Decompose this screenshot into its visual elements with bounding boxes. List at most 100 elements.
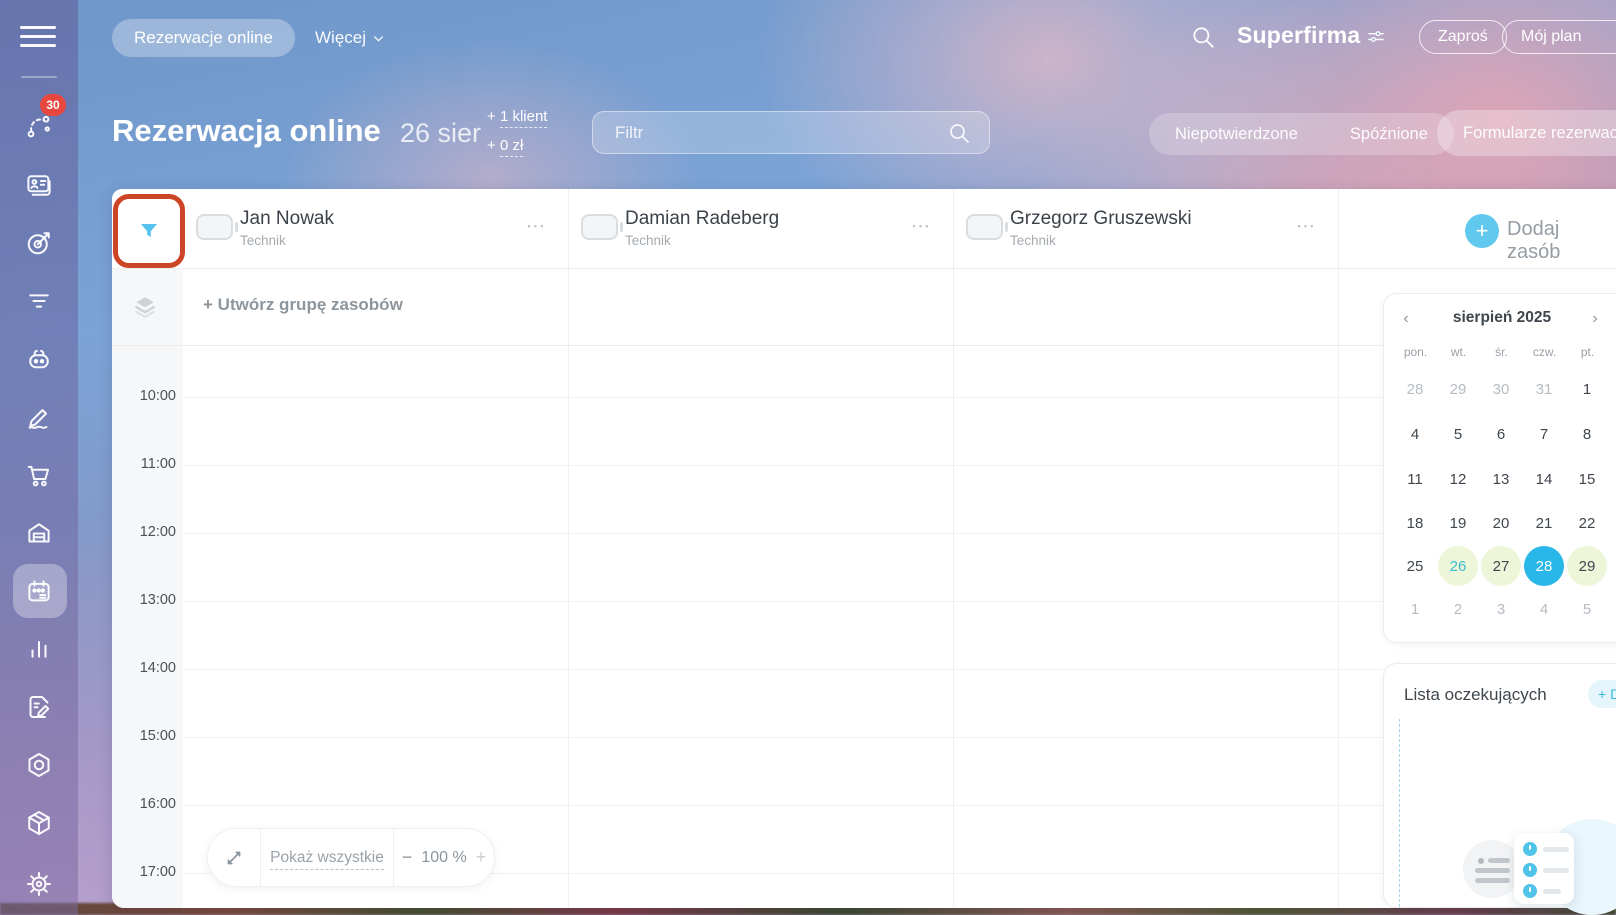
- calendar-day[interactable]: 30: [1481, 369, 1521, 409]
- sidebar-item-stats[interactable]: [0, 623, 78, 675]
- my-plan-button[interactable]: Mój plan: [1502, 20, 1616, 54]
- route-icon: [24, 112, 54, 142]
- calendar-day[interactable]: 15: [1567, 459, 1607, 499]
- money-delta[interactable]: + 0 zł: [487, 137, 524, 157]
- resource-avatar: [581, 214, 623, 240]
- calendar-day[interactable]: 5: [1438, 414, 1478, 454]
- menu-icon[interactable]: [20, 24, 58, 50]
- calendar-next-icon[interactable]: ›: [1584, 308, 1606, 330]
- resource-filter-button[interactable]: [130, 212, 168, 250]
- zoom-out-button[interactable]: −: [402, 847, 413, 868]
- clock-icon: [1523, 884, 1537, 898]
- sidebar-item-settings[interactable]: [0, 858, 78, 910]
- sidebar-item-target[interactable]: [0, 217, 78, 269]
- calendar-day[interactable]: 21: [1524, 503, 1564, 543]
- magnifier-icon[interactable]: [947, 121, 971, 145]
- clock-icon: [1523, 863, 1537, 877]
- filter-funnel-icon: [141, 224, 157, 237]
- calendar-day[interactable]: 2: [1438, 589, 1478, 629]
- sidebar-item-hexagon[interactable]: [0, 739, 78, 791]
- day-name: pon.: [1403, 345, 1428, 359]
- calendar-day[interactable]: 13: [1481, 459, 1521, 499]
- funnel-levels-icon: [24, 286, 54, 316]
- more-menu-button[interactable]: Więcej: [315, 19, 385, 57]
- sidebar-item-form-edit[interactable]: [0, 681, 78, 733]
- hexagon-icon: [24, 750, 54, 780]
- day-name: śr.: [1495, 345, 1508, 359]
- calendar-day[interactable]: 19: [1438, 503, 1478, 543]
- calendar-day[interactable]: 4: [1395, 414, 1435, 454]
- company-settings-icon[interactable]: [1366, 27, 1386, 47]
- current-date[interactable]: 26 sier: [400, 118, 481, 149]
- day-name: pt.: [1580, 345, 1595, 359]
- sidebar-item-funnel-levels[interactable]: [0, 275, 78, 327]
- day-name: czw.: [1532, 345, 1557, 359]
- search-icon[interactable]: [1190, 24, 1216, 50]
- calendar-day[interactable]: 12: [1438, 459, 1478, 499]
- show-all-button[interactable]: Pokaż wszystkie: [261, 848, 393, 870]
- resource-role: Technik: [1010, 233, 1056, 248]
- calendar-day[interactable]: 18: [1395, 503, 1435, 543]
- hour-gridline: [183, 465, 1383, 466]
- calendar-day[interactable]: 4: [1524, 589, 1564, 629]
- sidebar-item-bot[interactable]: [0, 333, 78, 385]
- add-resource-button[interactable]: + Dodaj zasób: [1338, 189, 1616, 268]
- time-gutter: [112, 268, 183, 908]
- calendar-day[interactable]: 3: [1481, 589, 1521, 629]
- form-edit-icon: [24, 692, 54, 722]
- calendar-day[interactable]: 7: [1524, 414, 1564, 454]
- sidebar-item-package[interactable]: [0, 797, 78, 849]
- bot-icon: [24, 344, 54, 374]
- calendar-day[interactable]: 6: [1481, 414, 1521, 454]
- filter-unconfirmed-button[interactable]: Niepotwierdzone: [1149, 125, 1324, 144]
- expand-icon[interactable]: [208, 847, 260, 869]
- waitlist-dashed-line: [1399, 719, 1400, 907]
- sidebar-item-warehouse[interactable]: [0, 507, 78, 559]
- calendar-day[interactable]: 14: [1524, 459, 1564, 499]
- filter-input[interactable]: [615, 112, 945, 153]
- chevron-down-icon: [374, 35, 383, 42]
- group-row-border: [112, 345, 1383, 346]
- calendar-day[interactable]: 28: [1395, 369, 1435, 409]
- waitlist-add-button[interactable]: + D: [1588, 680, 1616, 708]
- resource-column-header[interactable]: Damian Radeberg Technik ⋯: [568, 189, 953, 268]
- zoom-controls: − 100 % +: [394, 847, 494, 868]
- zoom-in-button[interactable]: +: [476, 847, 487, 868]
- more-options-icon[interactable]: ⋯: [526, 215, 546, 238]
- calendar-day[interactable]: 25: [1395, 546, 1435, 586]
- day-name: wt.: [1450, 345, 1467, 359]
- calendar-day[interactable]: 26: [1438, 546, 1478, 586]
- calendar-day[interactable]: 22: [1567, 503, 1607, 543]
- filter-search-box: [592, 111, 990, 154]
- create-resource-group-button[interactable]: + Utwórz grupę zasobów: [203, 295, 403, 315]
- calendar-day[interactable]: 5: [1567, 589, 1607, 629]
- calendar-day[interactable]: 11: [1395, 459, 1435, 499]
- calendar-day[interactable]: 31: [1524, 369, 1564, 409]
- tab-online-reservations[interactable]: Rezerwacje online: [112, 19, 295, 57]
- resource-column-header[interactable]: Jan Nowak Technik ⋯: [183, 189, 568, 268]
- more-options-icon[interactable]: ⋯: [911, 215, 931, 238]
- clients-delta[interactable]: + 1 klient: [487, 108, 548, 128]
- hour-gridline: [183, 737, 1383, 738]
- calendar-day[interactable]: 29: [1438, 369, 1478, 409]
- filter-booking-forms-button[interactable]: Formularze rezerwacji: [1437, 110, 1616, 156]
- invite-button[interactable]: Zaproś: [1419, 20, 1507, 54]
- calendar-day[interactable]: 29: [1567, 546, 1607, 586]
- hour-gridline: [183, 397, 1383, 398]
- filter-late-button[interactable]: Spóźnione: [1324, 125, 1454, 144]
- sidebar-item-cart[interactable]: [0, 449, 78, 501]
- more-options-icon[interactable]: ⋯: [1296, 215, 1316, 238]
- sidebar-item-contact-card[interactable]: [0, 159, 78, 211]
- calendar-day[interactable]: 27: [1481, 546, 1521, 586]
- company-name[interactable]: Superfirma: [1237, 22, 1360, 49]
- calendar-day-selected[interactable]: 28: [1524, 546, 1564, 586]
- calendar-day[interactable]: 8: [1567, 414, 1607, 454]
- calendar-day[interactable]: 1: [1567, 369, 1607, 409]
- calendar-day[interactable]: 20: [1481, 503, 1521, 543]
- sidebar-item-calendar[interactable]: [0, 564, 78, 618]
- sidebar-item-route[interactable]: 30: [0, 94, 78, 153]
- sidebar-item-signature[interactable]: [0, 391, 78, 443]
- calendar-day[interactable]: 1: [1395, 589, 1435, 629]
- hour-gridline: [183, 601, 1383, 602]
- resource-column-header[interactable]: Grzegorz Gruszewski Technik ⋯: [953, 189, 1338, 268]
